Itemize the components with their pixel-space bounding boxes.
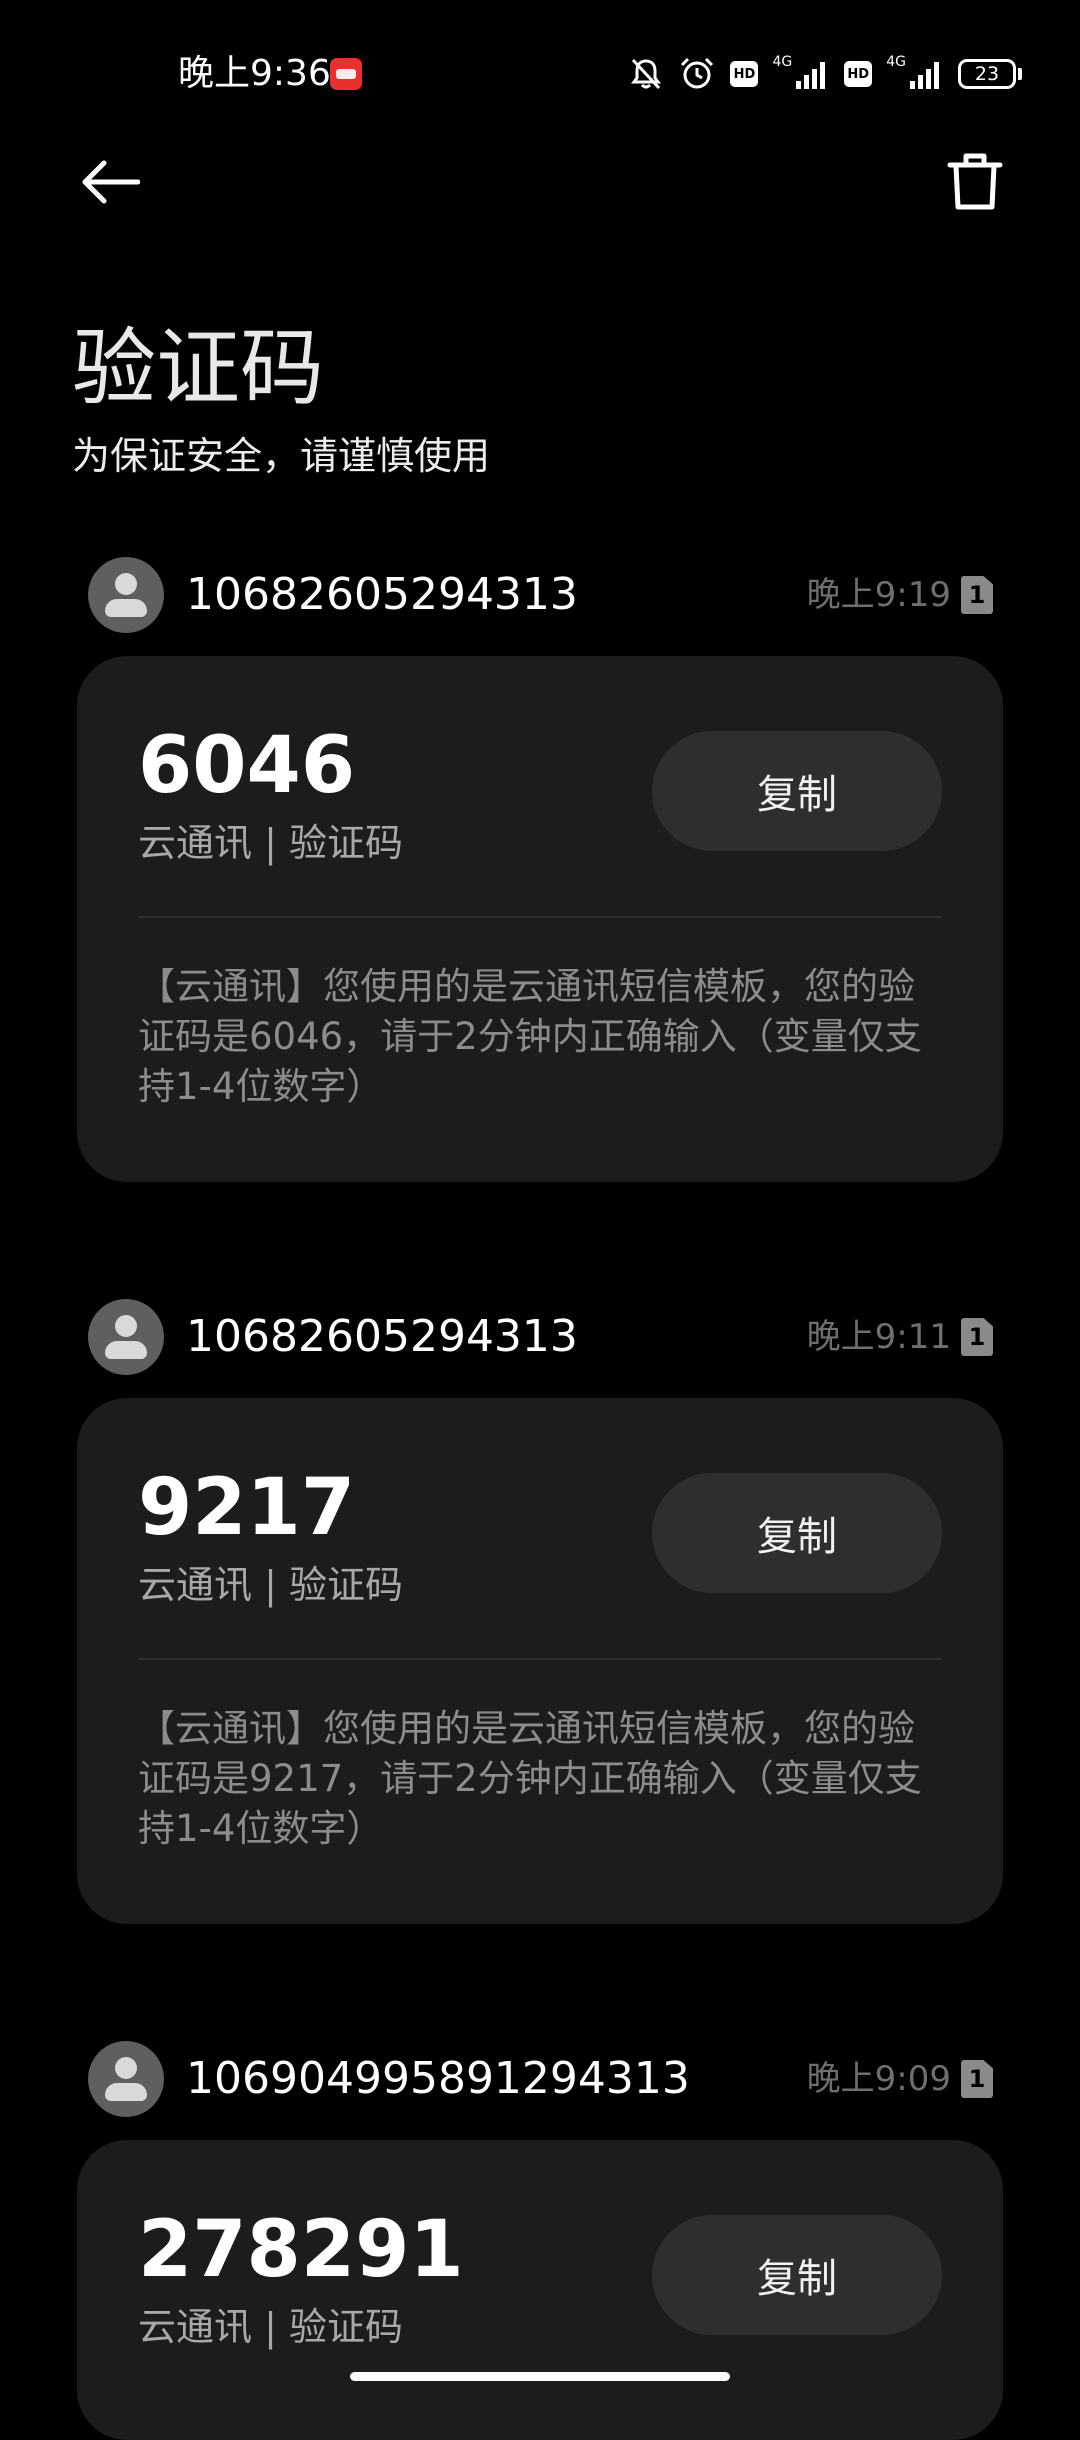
sim-card-icon: 1 — [961, 576, 993, 614]
trash-icon — [947, 152, 1003, 216]
status-icons: HD 4G HD 4G 23 — [628, 50, 1022, 98]
signal-icon — [796, 59, 830, 89]
status-bar: 晚上9:36 HD 4G HD 4G 23 — [0, 0, 1080, 150]
avatar[interactable] — [88, 557, 164, 633]
copy-button[interactable]: 复制 — [652, 2215, 942, 2335]
message-time: 晚上9:09 — [806, 2059, 951, 2099]
battery-cap — [1018, 68, 1022, 80]
sender-row: 10682605294313 晚上9:11 1 — [88, 1299, 993, 1375]
hd-icon-2: HD — [844, 61, 873, 87]
code-source: 云通讯 | 验证码 — [138, 2305, 403, 2349]
delete-button[interactable] — [935, 144, 1015, 224]
signal-icon-2 — [910, 59, 944, 89]
code-card[interactable]: 6046 云通讯 | 验证码 复制 【云通讯】您使用的是云通讯短信模板，您的验证… — [77, 656, 1003, 1182]
sender-number: 106904995891294313 — [186, 2053, 690, 2104]
message-meta: 晚上9:11 1 — [807, 1313, 993, 1361]
network-label-2: 4G — [886, 54, 906, 70]
sender-number: 10682605294313 — [186, 1311, 578, 1362]
sender-row: 10682605294313 晚上9:19 1 — [88, 557, 993, 633]
copy-button[interactable]: 复制 — [652, 731, 942, 851]
app-notification-icon — [330, 58, 362, 90]
person-icon — [115, 2057, 137, 2079]
message-meta: 晚上9:19 1 — [807, 571, 993, 619]
sender-row: 106904995891294313 晚上9:09 1 — [88, 2041, 993, 2117]
person-icon-body — [105, 599, 147, 617]
verification-code: 278291 — [138, 2205, 464, 2295]
verification-code: 9217 — [138, 1463, 356, 1553]
code-card[interactable]: 278291 云通讯 | 验证码 复制 — [77, 2140, 1003, 2440]
verification-code: 6046 — [138, 721, 356, 811]
back-button[interactable] — [70, 144, 150, 224]
status-time: 晚上9:36 — [178, 53, 331, 94]
home-indicator[interactable] — [350, 2372, 730, 2381]
person-icon-body — [105, 2083, 147, 2101]
message-body: 【云通讯】您使用的是云通讯短信模板，您的验证码是9217，请于2分钟内正确输入（… — [138, 1707, 922, 1850]
bell-off-icon — [628, 56, 664, 92]
network-label-1: 4G — [772, 54, 793, 70]
code-source: 云通讯 | 验证码 — [138, 1563, 403, 1607]
person-icon-body — [105, 1341, 147, 1359]
message-time: 晚上9:11 — [806, 1317, 951, 1357]
battery-icon: 23 — [958, 59, 1016, 89]
person-icon — [115, 1315, 137, 1337]
message-time: 晚上9:19 — [806, 575, 951, 615]
avatar[interactable] — [88, 2041, 164, 2117]
alarm-clock-icon — [678, 56, 716, 92]
person-icon — [115, 573, 137, 595]
copy-button[interactable]: 复制 — [652, 1473, 942, 1593]
divider — [138, 916, 942, 918]
divider — [138, 1658, 942, 1660]
arrow-left-icon — [80, 159, 141, 209]
sim-card-icon: 1 — [961, 2060, 993, 2098]
message-body: 【云通讯】您使用的是云通讯短信模板，您的验证码是6046，请于2分钟内正确输入（… — [138, 965, 922, 1108]
message-meta: 晚上9:09 1 — [807, 2055, 993, 2103]
hd-icon: HD — [730, 61, 759, 87]
sender-number: 10682605294313 — [186, 569, 578, 620]
sim-card-icon: 1 — [961, 1318, 993, 1356]
code-card[interactable]: 9217 云通讯 | 验证码 复制 【云通讯】您使用的是云通讯短信模板，您的验证… — [77, 1398, 1003, 1924]
page-subtitle: 为保证安全，请谨慎使用 — [72, 434, 491, 478]
page-title: 验证码 — [72, 319, 325, 417]
avatar[interactable] — [88, 1299, 164, 1375]
code-source: 云通讯 | 验证码 — [138, 821, 403, 865]
